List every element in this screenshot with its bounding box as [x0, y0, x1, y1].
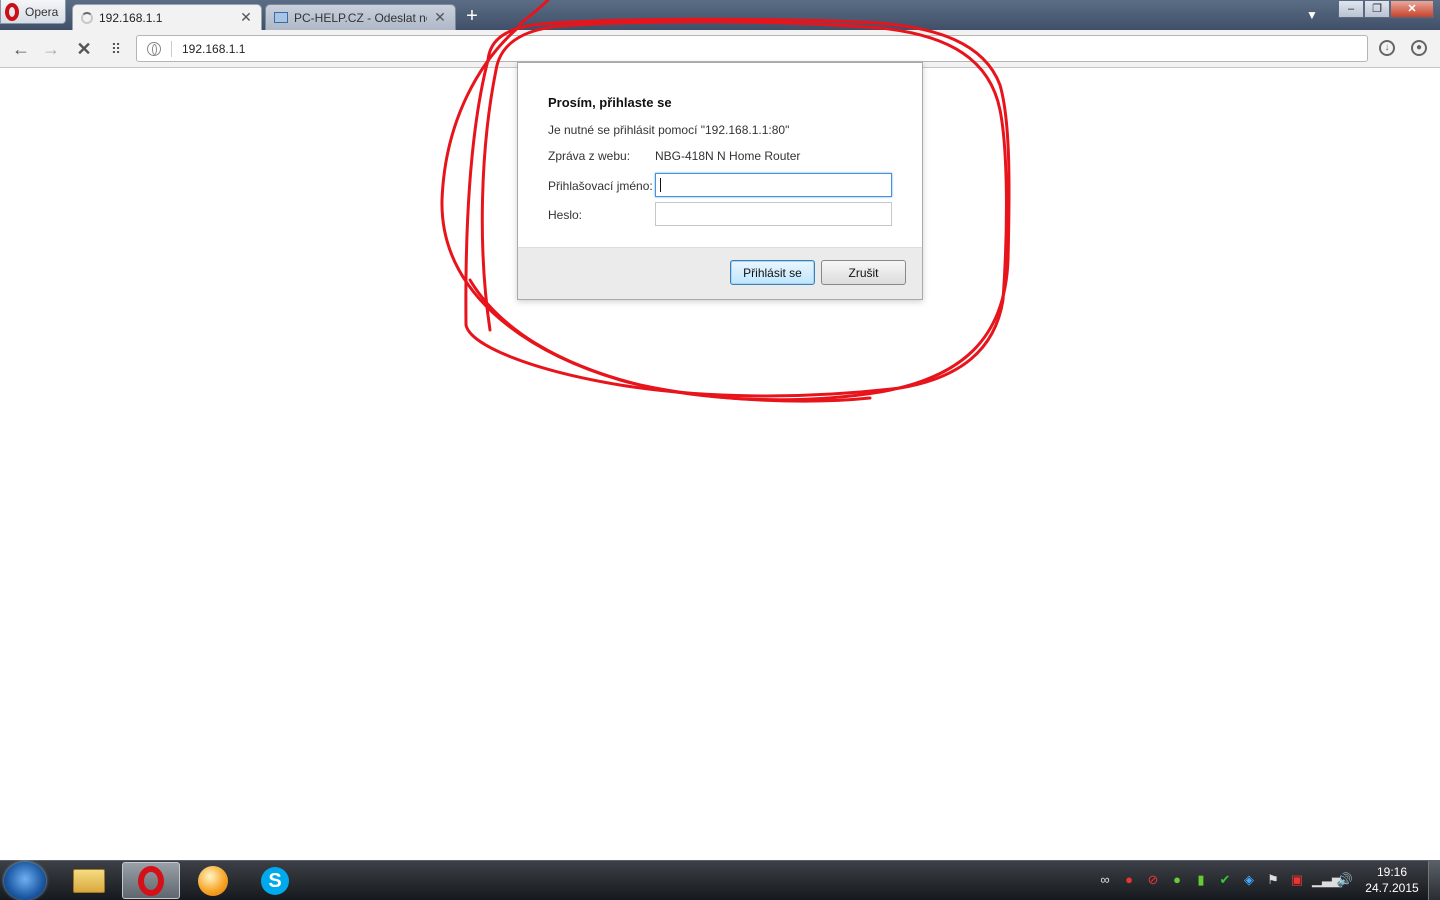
show-desktop-button[interactable] [1428, 861, 1440, 900]
red-app-icon[interactable]: ● [1120, 872, 1138, 888]
taskbar-bubble-app[interactable] [184, 862, 242, 899]
check-icon[interactable]: ✔ [1216, 872, 1234, 888]
flag-icon[interactable]: ⚑ [1264, 872, 1282, 888]
opera-icon [138, 865, 164, 896]
clock-time: 19:16 [1376, 865, 1408, 879]
signal-icon[interactable]: ▁▃▅ [1312, 872, 1342, 888]
skype-icon: S [261, 866, 289, 895]
taskbar-skype[interactable]: S [246, 862, 304, 899]
taskbar-opera[interactable] [122, 862, 180, 899]
folder-icon [73, 868, 105, 893]
power-icon[interactable]: ▣ [1288, 872, 1306, 888]
network-link-icon[interactable]: ∞ [1096, 872, 1114, 888]
blocked-icon[interactable]: ⊘ [1144, 872, 1162, 888]
battery-icon[interactable]: ▮ [1192, 872, 1210, 888]
orange-bubble-icon [198, 865, 228, 896]
red-circle-annotation [440, 0, 1011, 403]
system-tray: ∞ ● ⊘ ● ▮ ✔ ◈ ⚑ ▣ ▁▃▅ 🔊 [1096, 870, 1354, 890]
start-button-icon[interactable] [4, 862, 46, 900]
volume-icon[interactable]: 🔊 [1336, 872, 1354, 888]
green-app-icon[interactable]: ● [1168, 872, 1186, 888]
clock-date: 24.7.2015 [1365, 881, 1419, 895]
taskbar-explorer[interactable] [60, 862, 118, 899]
clock[interactable]: 19:16 24.7.2015 [1362, 864, 1422, 896]
shield-icon[interactable]: ◈ [1240, 872, 1258, 888]
